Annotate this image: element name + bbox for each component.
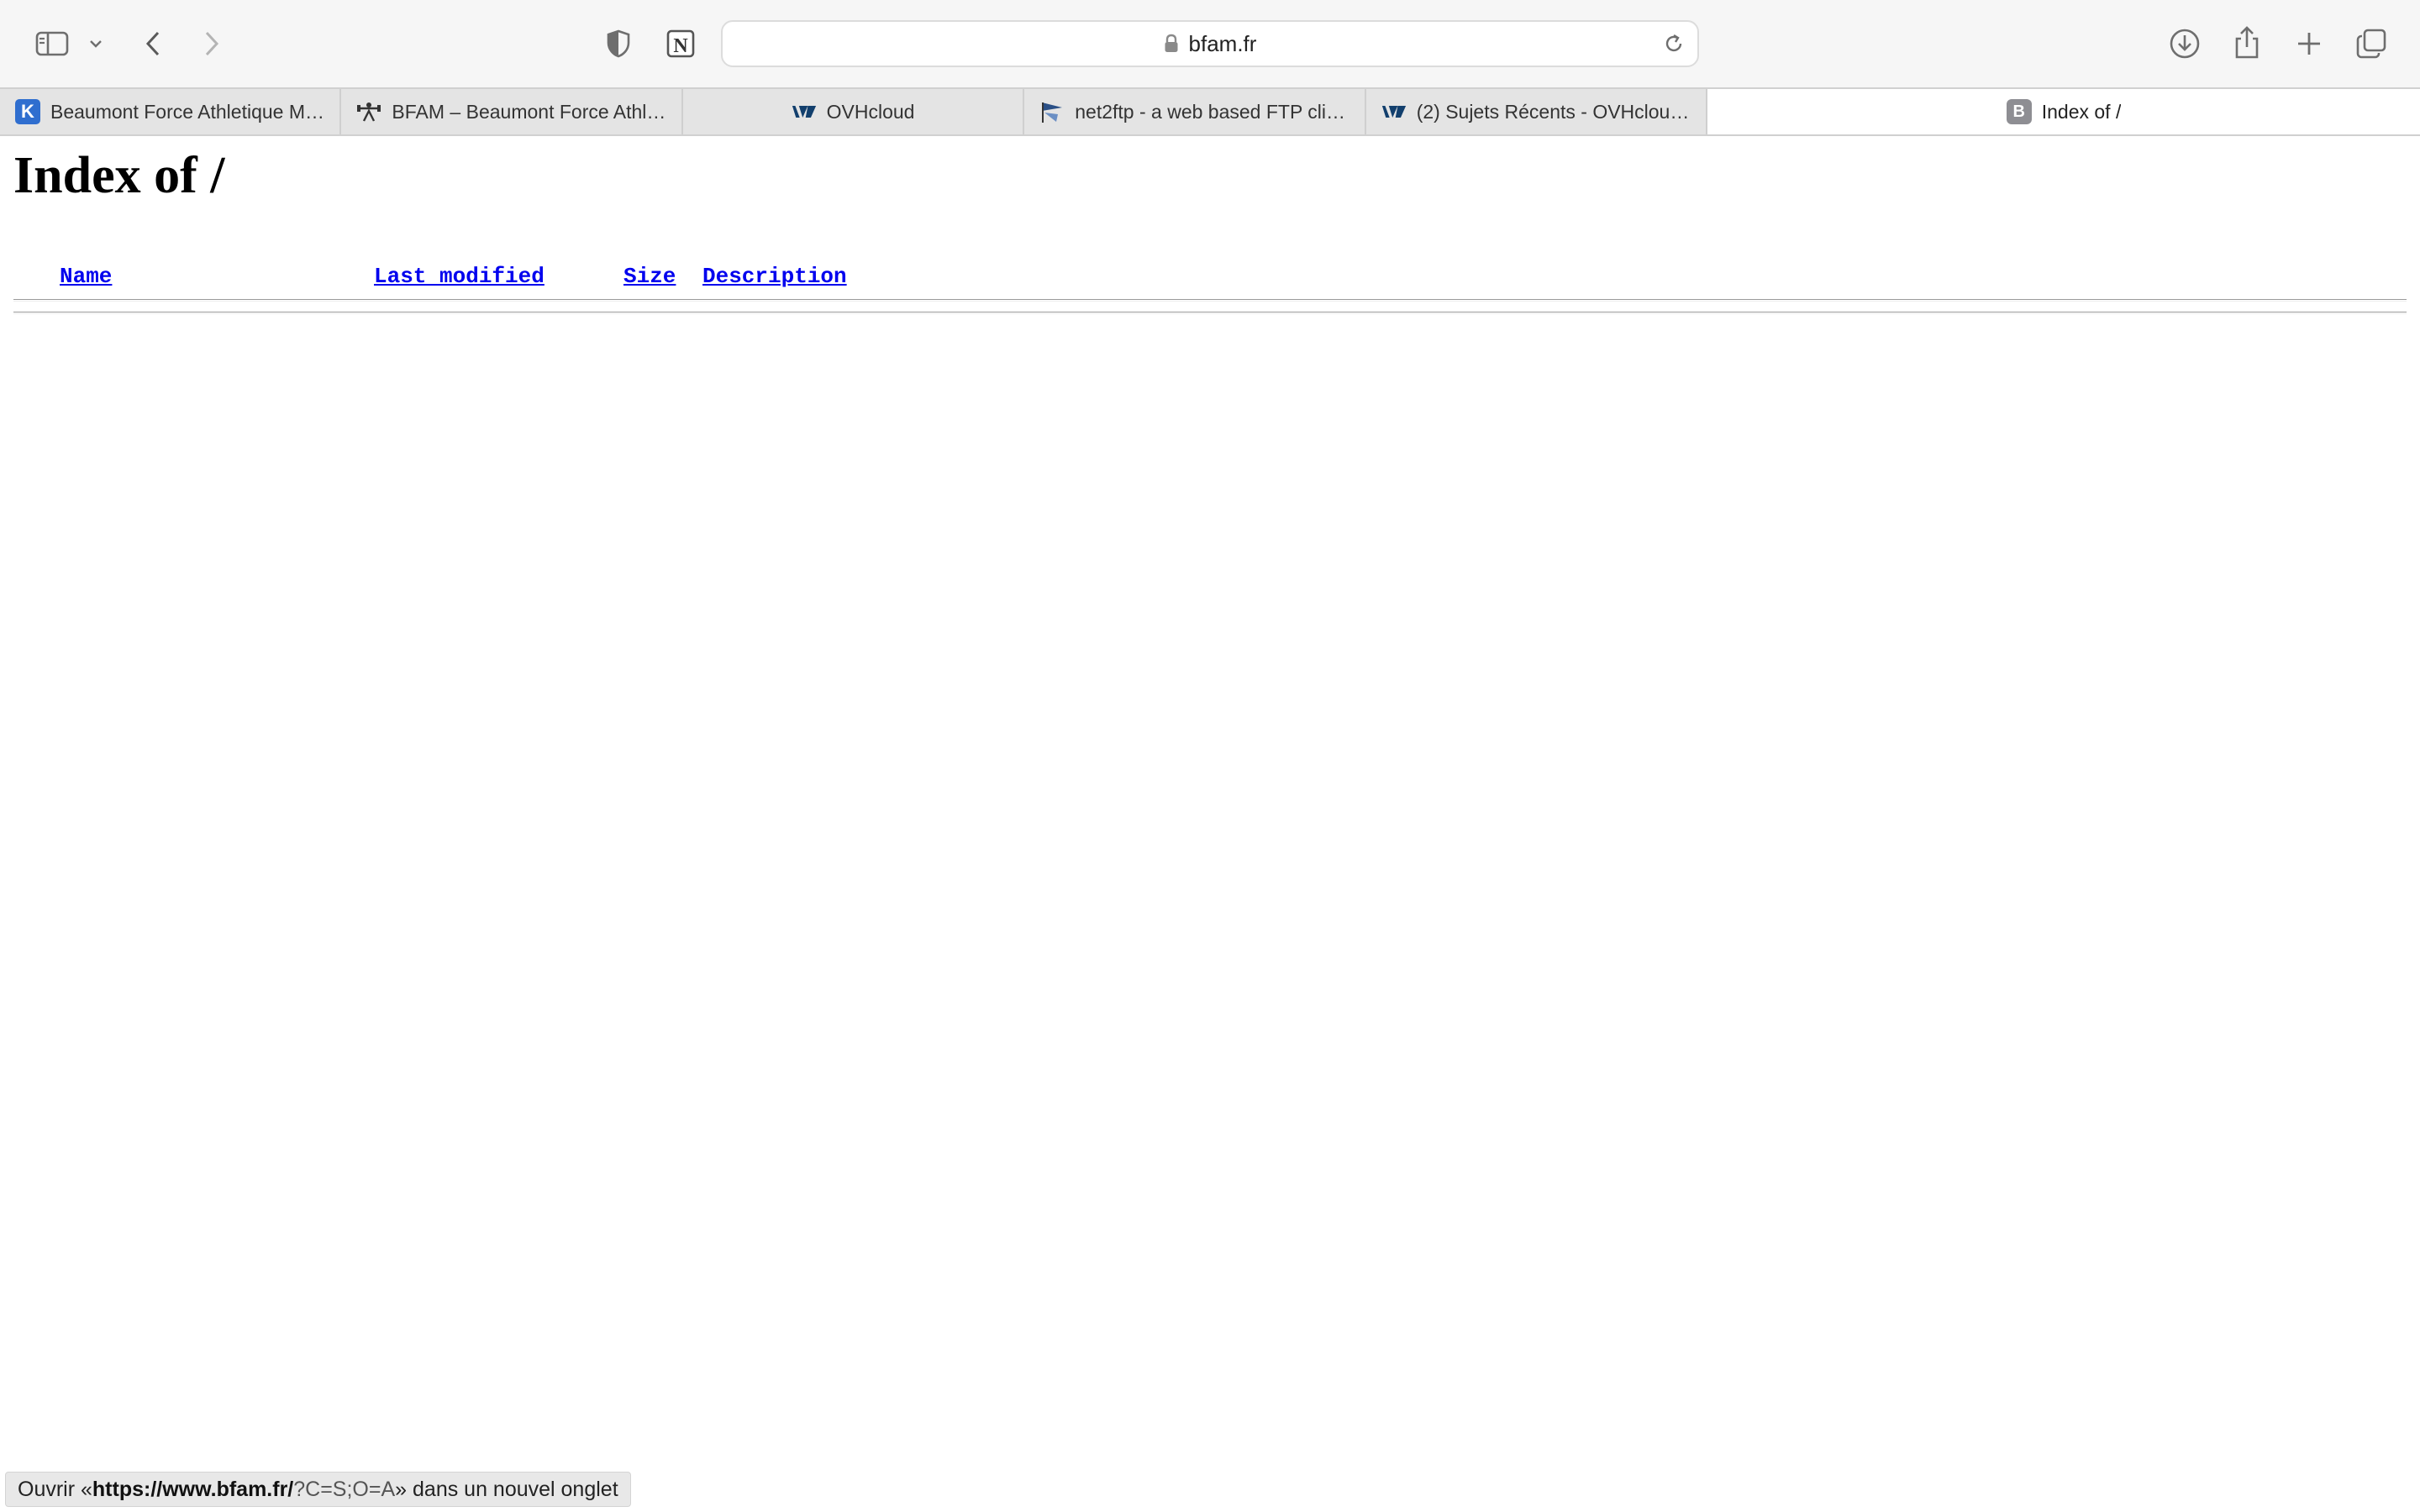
download-icon: [2170, 29, 2200, 59]
size-column-sort-link[interactable]: Size: [623, 264, 676, 289]
k-favicon-icon: K: [15, 99, 40, 124]
status-url: https://www.bfam.fr/: [92, 1477, 294, 1501]
b-favicon-icon: B: [2006, 99, 2032, 124]
browser-toolbar: N bfam.fr: [0, 0, 2420, 87]
tab-ovhcloud[interactable]: OVHcloud: [683, 89, 1025, 134]
tab-label: BFAM – Beaumont Force Athléti...: [392, 100, 666, 123]
net2ftp-logo-icon: [1039, 99, 1065, 124]
status-prefix: Ouvrir «: [18, 1477, 92, 1501]
tab-net2ftp[interactable]: net2ftp - a web based FTP client: [1024, 89, 1366, 134]
tab-index-of-active[interactable]: B Index of /: [1707, 89, 2420, 134]
url-text: bfam.fr: [1188, 30, 1257, 56]
notion-extension-button[interactable]: N: [662, 25, 699, 62]
plus-icon: [2298, 33, 2320, 55]
sidebar-toggle-button[interactable]: [32, 25, 72, 62]
svg-text:N: N: [673, 35, 688, 57]
status-suffix: » dans un nouvel onglet: [395, 1477, 618, 1501]
chevron-left-icon: [145, 31, 160, 56]
sidebar-menu-button[interactable]: [84, 30, 108, 57]
reload-button[interactable]: [1662, 32, 1686, 55]
tab-beaumont-force-athletique[interactable]: K Beaumont Force Athletique Mus...: [0, 89, 342, 134]
back-button[interactable]: [136, 25, 170, 62]
tab-overview-icon: [2356, 29, 2386, 59]
tab-bar: K Beaumont Force Athletique Mus... BFAM …: [0, 87, 2420, 136]
tab-ovhcloud-community[interactable]: (2) Sujets Récents - OVHcloud...: [1366, 89, 1708, 134]
ovh-logo-icon: [792, 99, 817, 124]
address-bar[interactable]: bfam.fr: [721, 20, 1699, 67]
notion-icon: N: [666, 29, 695, 58]
tab-bfam[interactable]: BFAM – Beaumont Force Athléti...: [341, 89, 683, 134]
tab-label: Index of /: [2041, 100, 2122, 123]
lock-icon: [1165, 34, 1178, 52]
downloads-button[interactable]: [2165, 24, 2205, 64]
tab-overview-button[interactable]: [2351, 24, 2391, 64]
footer-divider: [13, 312, 2407, 314]
tab-label: net2ftp - a web based FTP client: [1075, 100, 1349, 123]
link-status-bar: Ouvrir « https://www.bfam.fr/ ?C=S;O=A »…: [5, 1472, 631, 1507]
page-content: Index of / Name Last modified Size Descr…: [0, 136, 2420, 1512]
share-icon: [2235, 26, 2259, 59]
new-tab-button[interactable]: [2289, 24, 2329, 64]
forward-button[interactable]: [195, 25, 229, 62]
page-title: Index of /: [13, 147, 225, 204]
share-button[interactable]: [2227, 22, 2267, 64]
bfam-logo-icon: [356, 99, 381, 124]
chevron-down-icon: [90, 40, 102, 48]
last-modified-column-sort-link[interactable]: Last modified: [374, 264, 544, 289]
privacy-shield-icon: [607, 29, 630, 58]
privacy-report-button[interactable]: [602, 25, 635, 62]
tab-label: Beaumont Force Athletique Mus...: [50, 100, 325, 123]
header-divider: [13, 299, 2407, 302]
ovh-logo-icon: [1381, 99, 1407, 124]
description-column-sort-link[interactable]: Description: [702, 264, 847, 289]
status-url-query: ?C=S;O=A: [293, 1477, 396, 1501]
tab-label: OVHcloud: [826, 100, 915, 123]
name-column-sort-link[interactable]: Name: [60, 264, 112, 289]
tab-label: (2) Sujets Récents - OVHcloud...: [1416, 100, 1691, 123]
reload-icon: [1665, 34, 1682, 52]
sidebar-icon: [35, 31, 69, 56]
chevron-right-icon: [205, 31, 219, 56]
